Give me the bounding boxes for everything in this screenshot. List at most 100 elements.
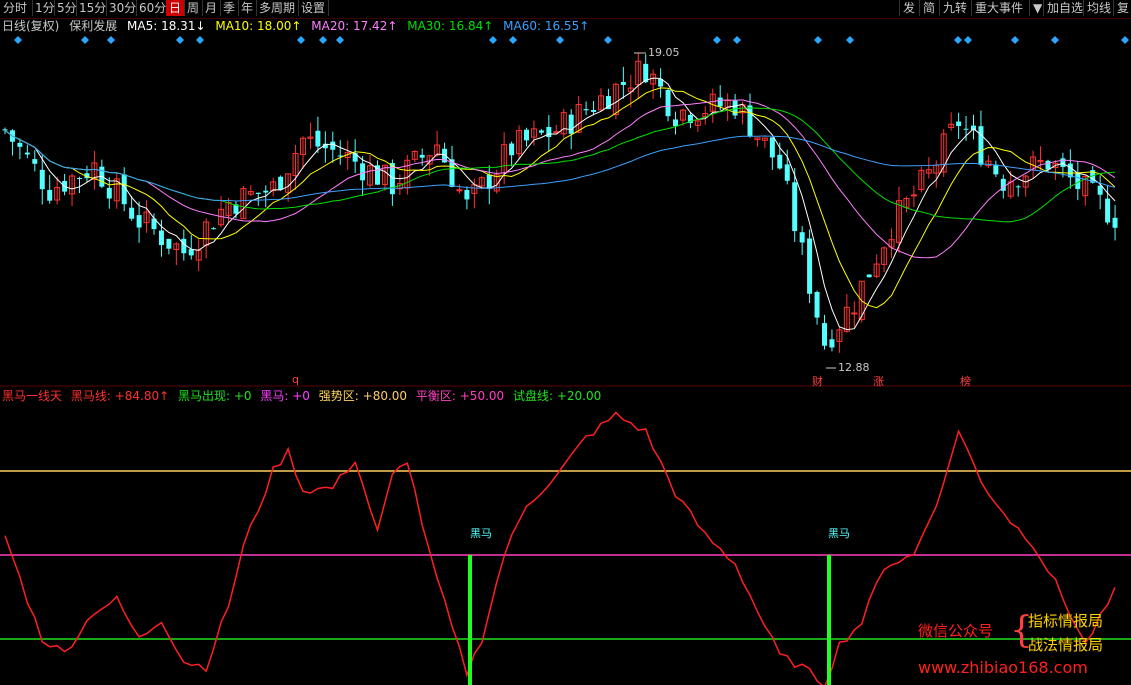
- watermark-wechat: 微信公众号: [918, 622, 994, 640]
- candle-body-up: [456, 189, 463, 192]
- event-diamond-icon: [319, 36, 327, 44]
- candle-body-down: [464, 189, 470, 200]
- candle-body-down: [583, 109, 589, 111]
- kline-chart[interactable]: [0, 0, 1131, 685]
- candle-body-down: [807, 238, 813, 294]
- event-marker-finance[interactable]: 财: [812, 373, 823, 389]
- candle-body-down: [158, 230, 164, 246]
- candle-body-down: [2, 129, 8, 131]
- candle-body-down: [24, 152, 30, 155]
- candle-body-down: [278, 176, 284, 190]
- strong-zone-value: 强势区: +80.00: [318, 389, 408, 403]
- event-marker-rise[interactable]: 涨: [873, 373, 884, 389]
- candle-body-down: [188, 249, 194, 256]
- event-marker-rank[interactable]: 榜: [960, 373, 971, 389]
- event-diamond-icon: [1121, 36, 1129, 44]
- signal-label-2: 黑马: [828, 527, 850, 540]
- candle-body-down: [792, 182, 798, 232]
- horse-appear-value: 黑马出现: +0: [178, 389, 252, 403]
- horse-value: 黑马: +0: [260, 389, 310, 403]
- candle-body-down: [106, 187, 112, 199]
- event-diamond-icon: [336, 36, 344, 44]
- horse-signal-bar-2: [827, 555, 831, 685]
- candle-body-down: [978, 126, 984, 165]
- candle-body-down: [732, 100, 738, 116]
- event-diamond-icon: [297, 36, 305, 44]
- event-diamond-icon: [846, 36, 854, 44]
- watermark-brand2: 战法情报局: [1028, 636, 1104, 654]
- candle-body-down: [375, 165, 380, 185]
- candle-body-down: [32, 159, 38, 164]
- candle-body-down: [352, 153, 358, 162]
- balance-zone-value: 平衡区: +50.00: [415, 389, 505, 403]
- watermark: 微信公众号 { 指标情报局 战法情报局 www.zhibiao168.com: [918, 610, 1128, 682]
- candle-body-down: [814, 292, 820, 318]
- candle-body-down: [1075, 172, 1081, 189]
- candle-body-down: [509, 143, 515, 156]
- candle-body-down: [263, 190, 269, 193]
- candle-body-down: [17, 142, 23, 147]
- event-diamond-icon: [954, 36, 962, 44]
- watermark-url: www.zhibiao168.com: [918, 658, 1088, 677]
- candle-body-down: [166, 238, 172, 249]
- candle-body-down: [620, 81, 626, 85]
- candle-body-down: [971, 125, 976, 131]
- event-diamond-icon: [489, 36, 497, 44]
- candle-body-down: [181, 238, 187, 254]
- event-diamond-icon: [1051, 36, 1059, 44]
- event-diamond-icon: [509, 36, 517, 44]
- candle-body-down: [568, 114, 574, 134]
- candle-body-down: [665, 90, 671, 117]
- horse-signal-bar-1: [468, 555, 472, 685]
- candle-body-down: [993, 164, 999, 175]
- candle-body-down: [330, 141, 336, 150]
- candle-body-down: [315, 130, 321, 147]
- high-price-label: 19.05: [648, 46, 680, 59]
- candle-body-down: [1105, 198, 1111, 223]
- candle-body-up: [910, 194, 917, 197]
- event-diamond-icon: [733, 36, 741, 44]
- candle-body-down: [136, 215, 142, 228]
- candle-body-down: [591, 109, 597, 112]
- candle-body-down: [419, 154, 425, 158]
- indicator-name[interactable]: 黑马一线天: [2, 389, 62, 403]
- candle-body-down: [1097, 185, 1103, 195]
- candle-body-down: [822, 323, 827, 346]
- candle-body-down: [956, 121, 962, 127]
- indicator-info-line: 黑马一线天 黑马线: +84.80↑ 黑马出现: +0 黑马: +0 强势区: …: [2, 388, 606, 404]
- candle-body-down: [77, 178, 82, 180]
- event-diamond-icon: [107, 36, 115, 44]
- candle-body-down: [1015, 186, 1021, 188]
- event-diamond-icon: [176, 36, 184, 44]
- candle-body-down: [717, 97, 723, 107]
- candle-body-down: [538, 130, 544, 133]
- event-diamond-icon: [964, 36, 972, 44]
- event-marker-q[interactable]: q: [292, 373, 299, 386]
- candle-body-down: [360, 163, 366, 181]
- candle-body-down: [47, 189, 53, 201]
- candle-body-down: [211, 228, 217, 230]
- low-price-label: 12.88: [838, 361, 870, 374]
- candle-body-down: [546, 126, 552, 138]
- candle-body-up: [851, 312, 858, 315]
- ma5-line: [4, 77, 1116, 331]
- signal-label-1: 黑马: [470, 527, 492, 540]
- candle-body-down: [784, 164, 790, 181]
- candle-body-down: [39, 169, 45, 190]
- candle-body-down: [777, 154, 783, 169]
- event-diamond-icon: [81, 36, 89, 44]
- event-diamond-icon: [713, 36, 721, 44]
- candle-body-down: [829, 339, 835, 348]
- event-diamond-icon: [1011, 36, 1019, 44]
- candle-body-down: [963, 128, 969, 130]
- candle-body-down: [1045, 160, 1051, 170]
- candle-body-down: [255, 192, 261, 194]
- test-line-value: 试盘线: +20.00: [513, 389, 602, 403]
- candle-body-down: [799, 232, 805, 243]
- event-diamond-icon: [814, 36, 822, 44]
- event-diamond-icon: [556, 36, 564, 44]
- candle-body-down: [673, 119, 678, 127]
- event-diamond-icon: [14, 36, 22, 44]
- candle-body-down: [769, 137, 775, 158]
- event-diamond-icon: [196, 36, 204, 44]
